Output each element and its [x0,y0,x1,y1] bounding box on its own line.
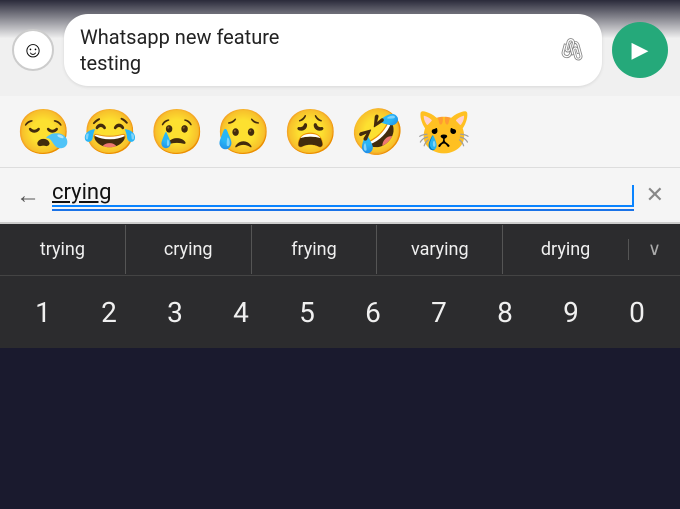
key-5[interactable]: 5 [278,296,336,329]
suggestion-trying[interactable]: trying [0,225,126,274]
message-text: Whatsapp new feature testing [80,24,550,76]
send-button[interactable]: ▶ [612,22,668,78]
key-7[interactable]: 7 [410,296,468,329]
emoji-button[interactable]: ☺ [12,29,54,71]
suggestion-varying[interactable]: varying [377,225,503,274]
suggestions-row: trying crying frying varying drying ∨ [0,224,680,276]
emoji-cry[interactable]: 😢 [150,110,205,154]
send-icon: ▶ [632,38,649,63]
attach-icon[interactable]: 🖇 [558,38,586,63]
emoji-sleepy[interactable]: 😪 [16,110,71,154]
key-8[interactable]: 8 [476,296,534,329]
emoji-search-bar: ← crying ✕ [0,168,680,224]
key-0[interactable]: 0 [608,296,666,329]
emoji-sweat[interactable]: 😥 [216,110,271,154]
message-input[interactable]: Whatsapp new feature testing 🖇 [64,14,602,86]
text-cursor [632,185,634,207]
emoji-rofl[interactable]: 🤣 [350,110,405,154]
emoji-suggestions-row: 😪 😂 😢 😥 😩 🤣 😿 [0,96,680,168]
key-1[interactable]: 1 [14,296,72,329]
emoji-weary[interactable]: 😩 [283,110,338,154]
number-row: 1 2 3 4 5 6 7 8 9 0 [0,276,680,348]
key-4[interactable]: 4 [212,296,270,329]
suggestion-crying[interactable]: crying [126,225,252,274]
suggestions-expand-button[interactable]: ∨ [628,239,680,260]
emoji-crying-cat[interactable]: 😿 [417,110,472,154]
emoji-icon: ☺ [22,37,44,63]
key-9[interactable]: 9 [542,296,600,329]
key-2[interactable]: 2 [80,296,138,329]
search-input[interactable]: crying [52,180,632,207]
clear-search-button[interactable]: ✕ [646,183,664,208]
key-6[interactable]: 6 [344,296,402,329]
emoji-laugh-cry[interactable]: 😂 [83,110,138,154]
top-bar: ☺ Whatsapp new feature testing 🖇 ▶ [0,0,680,96]
key-3[interactable]: 3 [146,296,204,329]
back-button[interactable]: ← [16,181,40,210]
suggestion-drying[interactable]: drying [503,225,628,274]
suggestion-frying[interactable]: frying [252,225,378,274]
